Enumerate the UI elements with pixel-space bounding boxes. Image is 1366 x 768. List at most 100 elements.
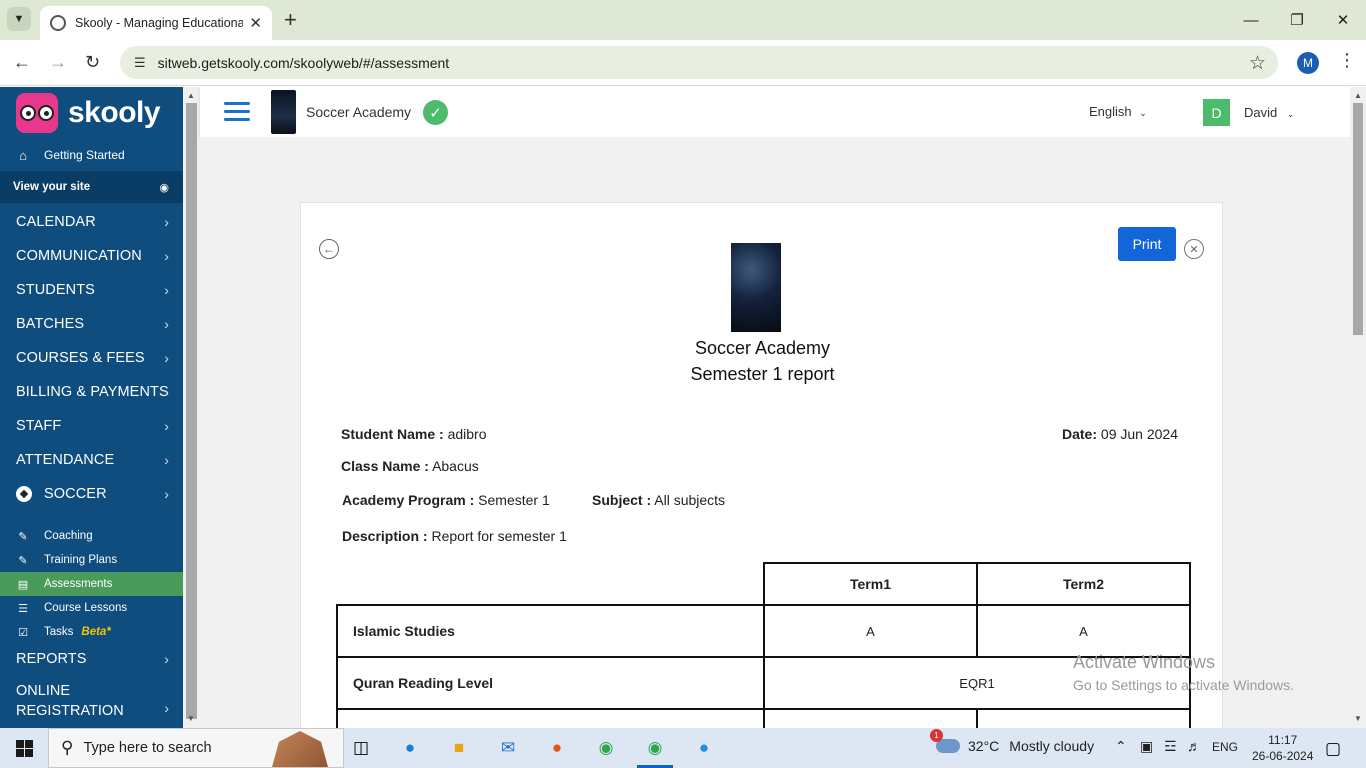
print-button[interactable]: Print bbox=[1118, 227, 1176, 261]
hamburger-menu-icon[interactable] bbox=[224, 102, 250, 122]
academy-thumbnail bbox=[271, 90, 296, 134]
temperature: 32°C bbox=[968, 738, 1000, 754]
windows-taskbar: ⚲ Type here to search ◫ ● ■ ✉ ● ◉ ◉ ● 1 … bbox=[0, 728, 1366, 768]
scroll-down-icon[interactable]: ▼ bbox=[1354, 714, 1362, 723]
taskbar-clock[interactable]: 11:17 26-06-2024 bbox=[1252, 732, 1313, 764]
chevron-right-icon: › bbox=[164, 700, 169, 716]
sidebar-item-label: COMMUNICATION bbox=[16, 248, 142, 264]
skooly-logo[interactable]: skooly bbox=[0, 87, 183, 139]
browser-tab[interactable]: Skooly - Managing Educational ✕ bbox=[40, 6, 272, 40]
sidebar-item-label: Coaching bbox=[44, 530, 93, 542]
chrome-icon[interactable]: ◉ bbox=[594, 736, 618, 760]
notification-icon[interactable]: ▢ bbox=[1325, 739, 1341, 759]
chevron-right-icon: › bbox=[164, 316, 169, 332]
sidebar-item-label: BATCHES bbox=[16, 316, 85, 332]
sidebar-item-online-registration[interactable]: ONLINE REGISTRATION › bbox=[0, 674, 183, 728]
firefox-icon[interactable]: ● bbox=[545, 736, 569, 760]
sidebar-item-staff[interactable]: STAFF › bbox=[0, 409, 183, 443]
taskbar-search-input[interactable]: ⚲ Type here to search bbox=[48, 728, 344, 768]
sidebar-subitem-course-lessons[interactable]: ☰ Course Lessons bbox=[0, 596, 183, 620]
scroll-down-icon[interactable]: ▼ bbox=[187, 714, 195, 723]
page-scrollbar[interactable]: ▲ ▼ bbox=[1350, 87, 1366, 728]
user-name: David bbox=[1244, 105, 1278, 120]
sidebar-item-label: Getting Started bbox=[44, 148, 125, 162]
sidebar-subitem-tasks[interactable]: ☑ Tasks Beta* bbox=[0, 620, 183, 644]
pencil-icon: ✎ bbox=[18, 530, 28, 543]
scrollbar-thumb[interactable] bbox=[186, 103, 197, 719]
logo-text: skooly bbox=[68, 96, 161, 129]
grade-cell: A bbox=[976, 604, 1191, 658]
sidebar-subitem-training-plans[interactable]: ✎ Training Plans bbox=[0, 548, 183, 572]
field-value: Report for semester 1 bbox=[431, 528, 567, 544]
home-icon: ⌂ bbox=[19, 147, 27, 163]
clock-time: 11:17 bbox=[1268, 733, 1298, 747]
chevron-right-icon: › bbox=[164, 350, 169, 366]
column-header-term1: Term1 bbox=[763, 562, 978, 606]
browser-menu-icon[interactable]: ⋮ bbox=[1338, 50, 1356, 71]
close-window-icon[interactable]: ✕ bbox=[1320, 0, 1366, 40]
field-value: adibro bbox=[447, 426, 487, 442]
weather-widget[interactable]: 1 32°C Mostly cloudy bbox=[930, 729, 1094, 754]
chevron-up-icon[interactable]: ⌃ bbox=[1115, 738, 1127, 755]
sidebar-item-attendance[interactable]: ATTENDANCE › bbox=[0, 443, 183, 477]
sidebar-item-label: Assessments bbox=[44, 578, 113, 590]
back-arrow-icon[interactable]: ← bbox=[13, 52, 31, 73]
task-view-icon[interactable]: ◫ bbox=[349, 736, 373, 760]
sidebar-item-view-site[interactable]: View your site ◉ bbox=[0, 171, 183, 203]
sidebar-item-calendar[interactable]: CALENDAR › bbox=[0, 205, 183, 239]
subject-cell: Quran Reading Level bbox=[336, 656, 765, 710]
sidebar-item-label: ATTENDANCE bbox=[16, 452, 115, 468]
forward-arrow-icon[interactable]: → bbox=[49, 52, 67, 73]
bookmark-star-icon[interactable]: ☆ bbox=[1249, 52, 1266, 75]
sidebar-item-students[interactable]: STUDENTS › bbox=[0, 273, 183, 307]
sidebar-scrollbar[interactable]: ▲ ▼ bbox=[183, 87, 200, 728]
user-menu[interactable]: David ⌄ bbox=[1244, 105, 1294, 120]
sidebar-item-label: SOCCER bbox=[44, 486, 107, 502]
tab-search-button[interactable]: ▼ bbox=[7, 7, 31, 31]
document-icon: ▤ bbox=[17, 578, 29, 591]
minimize-icon[interactable]: — bbox=[1228, 0, 1274, 40]
sidebar: skooly ⌂ Getting Started View your site … bbox=[0, 87, 183, 728]
browser-profile-avatar[interactable]: M bbox=[1297, 52, 1319, 74]
sidebar-item-reports[interactable]: REPORTS › bbox=[0, 644, 183, 674]
language-selector[interactable]: English ⌄ bbox=[1089, 104, 1147, 119]
sidebar-subitem-coaching[interactable]: ✎ Coaching bbox=[0, 524, 183, 548]
back-arrow-icon[interactable]: ← bbox=[319, 239, 339, 259]
file-explorer-icon[interactable]: ■ bbox=[447, 736, 471, 760]
site-info-icon[interactable]: ☰ bbox=[134, 55, 146, 71]
chevron-down-icon: ⌄ bbox=[1139, 108, 1147, 118]
speaker-icon[interactable]: ♬ bbox=[1187, 738, 1201, 754]
field-label: Class Name : bbox=[341, 458, 429, 474]
reload-icon[interactable]: ↻ bbox=[85, 52, 100, 73]
skype-icon[interactable]: ● bbox=[692, 736, 716, 760]
input-language[interactable]: ENG bbox=[1212, 740, 1238, 754]
table-row: Islamic Studies A A bbox=[336, 604, 1191, 658]
restore-icon[interactable]: ❐ bbox=[1274, 0, 1320, 40]
windows-start-icon[interactable] bbox=[16, 740, 33, 757]
sidebar-item-communication[interactable]: COMMUNICATION › bbox=[0, 239, 183, 273]
close-tab-icon[interactable]: ✕ bbox=[249, 14, 262, 32]
scrollbar-thumb[interactable] bbox=[1353, 103, 1363, 335]
weather-badge: 1 bbox=[930, 729, 943, 742]
close-icon[interactable]: ✕ bbox=[1184, 239, 1204, 259]
edge-browser-icon[interactable]: ● bbox=[398, 736, 422, 760]
sidebar-item-soccer[interactable]: SOCCER › bbox=[0, 477, 183, 511]
wifi-icon[interactable]: ☲ bbox=[1164, 738, 1177, 755]
mail-icon[interactable]: ✉ bbox=[496, 736, 520, 760]
chevron-right-icon: › bbox=[164, 418, 169, 434]
sidebar-item-billing-payments[interactable]: BILLING & PAYMENTS › bbox=[0, 375, 183, 409]
user-avatar[interactable]: D bbox=[1203, 99, 1230, 126]
owl-logo-icon bbox=[16, 93, 58, 133]
url-field[interactable]: ☰ sitweb.getskooly.com/skoolyweb/#/asses… bbox=[120, 46, 1278, 79]
chrome-profile-icon[interactable]: ◉ bbox=[643, 736, 667, 760]
field-value: 09 Jun 2024 bbox=[1100, 426, 1178, 442]
sidebar-item-batches[interactable]: BATCHES › bbox=[0, 307, 183, 341]
meet-now-icon[interactable]: ▣ bbox=[1140, 738, 1153, 755]
verified-check-icon: ✓ bbox=[423, 100, 448, 125]
new-tab-button[interactable]: + bbox=[284, 8, 297, 32]
scroll-up-icon[interactable]: ▲ bbox=[187, 91, 195, 100]
sidebar-item-getting-started[interactable]: ⌂ Getting Started bbox=[0, 139, 183, 171]
scroll-up-icon[interactable]: ▲ bbox=[1354, 91, 1362, 100]
sidebar-subitem-assessments[interactable]: ▤ Assessments bbox=[0, 572, 183, 596]
sidebar-item-courses-fees[interactable]: COURSES & FEES › bbox=[0, 341, 183, 375]
